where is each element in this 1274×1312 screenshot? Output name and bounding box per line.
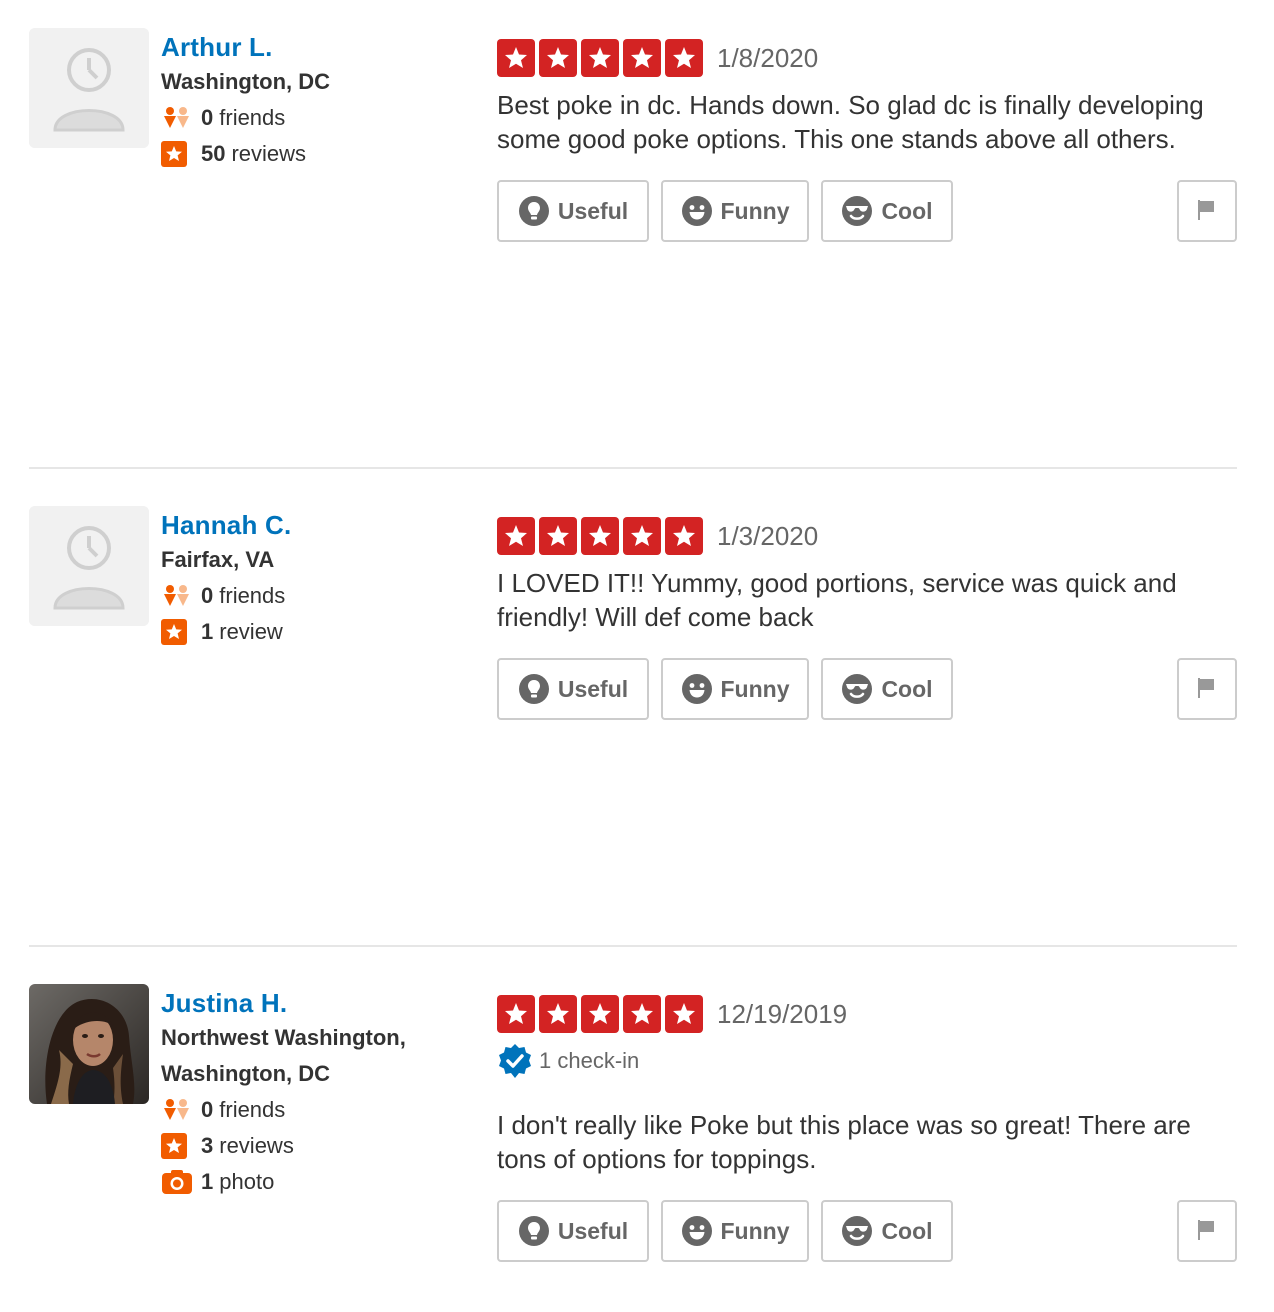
user-name-link[interactable]: Arthur L. xyxy=(161,30,461,64)
smiley-icon xyxy=(681,673,713,705)
sunglasses-face-icon xyxy=(841,673,873,705)
avatar[interactable] xyxy=(29,28,149,148)
funny-button[interactable]: Funny xyxy=(661,1200,809,1262)
avatar[interactable] xyxy=(29,984,149,1104)
friends-icon xyxy=(161,100,201,136)
lightbulb-icon xyxy=(518,195,550,227)
verified-check-icon xyxy=(497,1043,533,1079)
cool-button[interactable]: Cool xyxy=(821,1200,953,1262)
flag-icon xyxy=(1196,1218,1218,1245)
smiley-icon xyxy=(681,195,713,227)
sunglasses-face-icon xyxy=(841,1215,873,1247)
friends-count: 0 friends xyxy=(161,1092,461,1128)
cool-button[interactable]: Cool xyxy=(821,180,953,242)
rating-row: 1/3/2020 xyxy=(497,516,1237,556)
friends-icon xyxy=(161,1092,201,1128)
checkin-badge: 1 check-in xyxy=(497,1042,1237,1080)
useful-button[interactable]: Useful xyxy=(497,658,649,720)
star-icon xyxy=(497,995,535,1033)
star-icon xyxy=(539,995,577,1033)
useful-button[interactable]: Useful xyxy=(497,180,649,242)
rating-row: 12/19/2019 xyxy=(497,994,1237,1034)
star-icon xyxy=(497,517,535,555)
user-location: Fairfax, VA xyxy=(161,547,275,572)
user-name-link[interactable]: Justina H. xyxy=(161,986,461,1020)
review-content: 1/3/2020 I LOVED IT!! Yummy, good portio… xyxy=(497,516,1237,720)
star-icon xyxy=(497,39,535,77)
star-icon xyxy=(665,517,703,555)
flag-button[interactable] xyxy=(1177,658,1237,720)
friends-count: 0 friends xyxy=(161,578,461,614)
star-icon xyxy=(665,995,703,1033)
star-icon xyxy=(623,517,661,555)
star-review-icon xyxy=(161,1128,201,1164)
review-actions: Useful Funny Cool xyxy=(497,1200,1237,1262)
flag-button[interactable] xyxy=(1177,180,1237,242)
user-location-line-1: Northwest Washington, xyxy=(161,1025,406,1050)
reviews-count: 3 reviews xyxy=(161,1128,461,1164)
useful-button[interactable]: Useful xyxy=(497,1200,649,1262)
user-location: Washington, DC xyxy=(161,69,331,94)
star-icon xyxy=(665,39,703,77)
star-icon xyxy=(581,517,619,555)
flag-button[interactable] xyxy=(1177,1200,1237,1262)
funny-button[interactable]: Funny xyxy=(661,658,809,720)
user-name-link[interactable]: Hannah C. xyxy=(161,508,461,542)
user-location-line-2: Washington, DC xyxy=(161,1061,331,1086)
flag-icon xyxy=(1196,198,1218,225)
star-icon xyxy=(581,39,619,77)
review-divider xyxy=(29,467,1237,469)
smiley-icon xyxy=(681,1215,713,1247)
reviews-count: 50 reviews xyxy=(161,136,461,172)
lightbulb-icon xyxy=(518,1215,550,1247)
friends-icon xyxy=(161,578,201,614)
friends-count: 0 friends xyxy=(161,100,461,136)
cool-button[interactable]: Cool xyxy=(821,658,953,720)
star-icon xyxy=(581,995,619,1033)
review-divider xyxy=(29,945,1237,947)
star-icon xyxy=(623,995,661,1033)
review-actions: Useful Funny Cool xyxy=(497,180,1237,242)
star-icon xyxy=(539,517,577,555)
review-content: 1/8/2020 Best poke in dc. Hands down. So… xyxy=(497,38,1237,242)
review-content: 12/19/2019 1 check-in I don't really lik… xyxy=(497,994,1237,1262)
lightbulb-icon xyxy=(518,673,550,705)
review-text: I don't really like Poke but this place … xyxy=(497,1110,1191,1174)
sunglasses-face-icon xyxy=(841,195,873,227)
star-rating xyxy=(497,995,703,1033)
photos-count: 1 photo xyxy=(161,1164,461,1200)
review-date: 12/19/2019 xyxy=(717,998,848,1029)
review-text: I LOVED IT!! Yummy, good portions, servi… xyxy=(497,568,1177,632)
star-rating xyxy=(497,39,703,77)
review-date: 1/8/2020 xyxy=(717,42,819,73)
user-photo-avatar xyxy=(29,984,149,1104)
star-icon xyxy=(539,39,577,77)
default-avatar-icon xyxy=(29,28,149,148)
user-info: Justina H. Northwest Washington, Washing… xyxy=(161,986,461,1200)
avatar[interactable] xyxy=(29,506,149,626)
camera-icon xyxy=(161,1164,201,1200)
flag-icon xyxy=(1196,676,1218,703)
user-info: Arthur L. Washington, DC 0 friends 50 revi… xyxy=(161,30,461,172)
review-text: Best poke in dc. Hands down. So glad dc … xyxy=(497,90,1204,154)
star-icon xyxy=(623,39,661,77)
review-date: 1/3/2020 xyxy=(717,520,819,551)
funny-button[interactable]: Funny xyxy=(661,180,809,242)
reviews-count: 1 review xyxy=(161,614,461,650)
rating-row: 1/8/2020 xyxy=(497,38,1237,78)
star-review-icon xyxy=(161,614,201,650)
default-avatar-icon xyxy=(29,506,149,626)
star-rating xyxy=(497,517,703,555)
review-actions: Useful Funny Cool xyxy=(497,658,1237,720)
star-review-icon xyxy=(161,136,201,172)
user-info: Hannah C. Fairfax, VA 0 friends 1 review xyxy=(161,508,461,650)
